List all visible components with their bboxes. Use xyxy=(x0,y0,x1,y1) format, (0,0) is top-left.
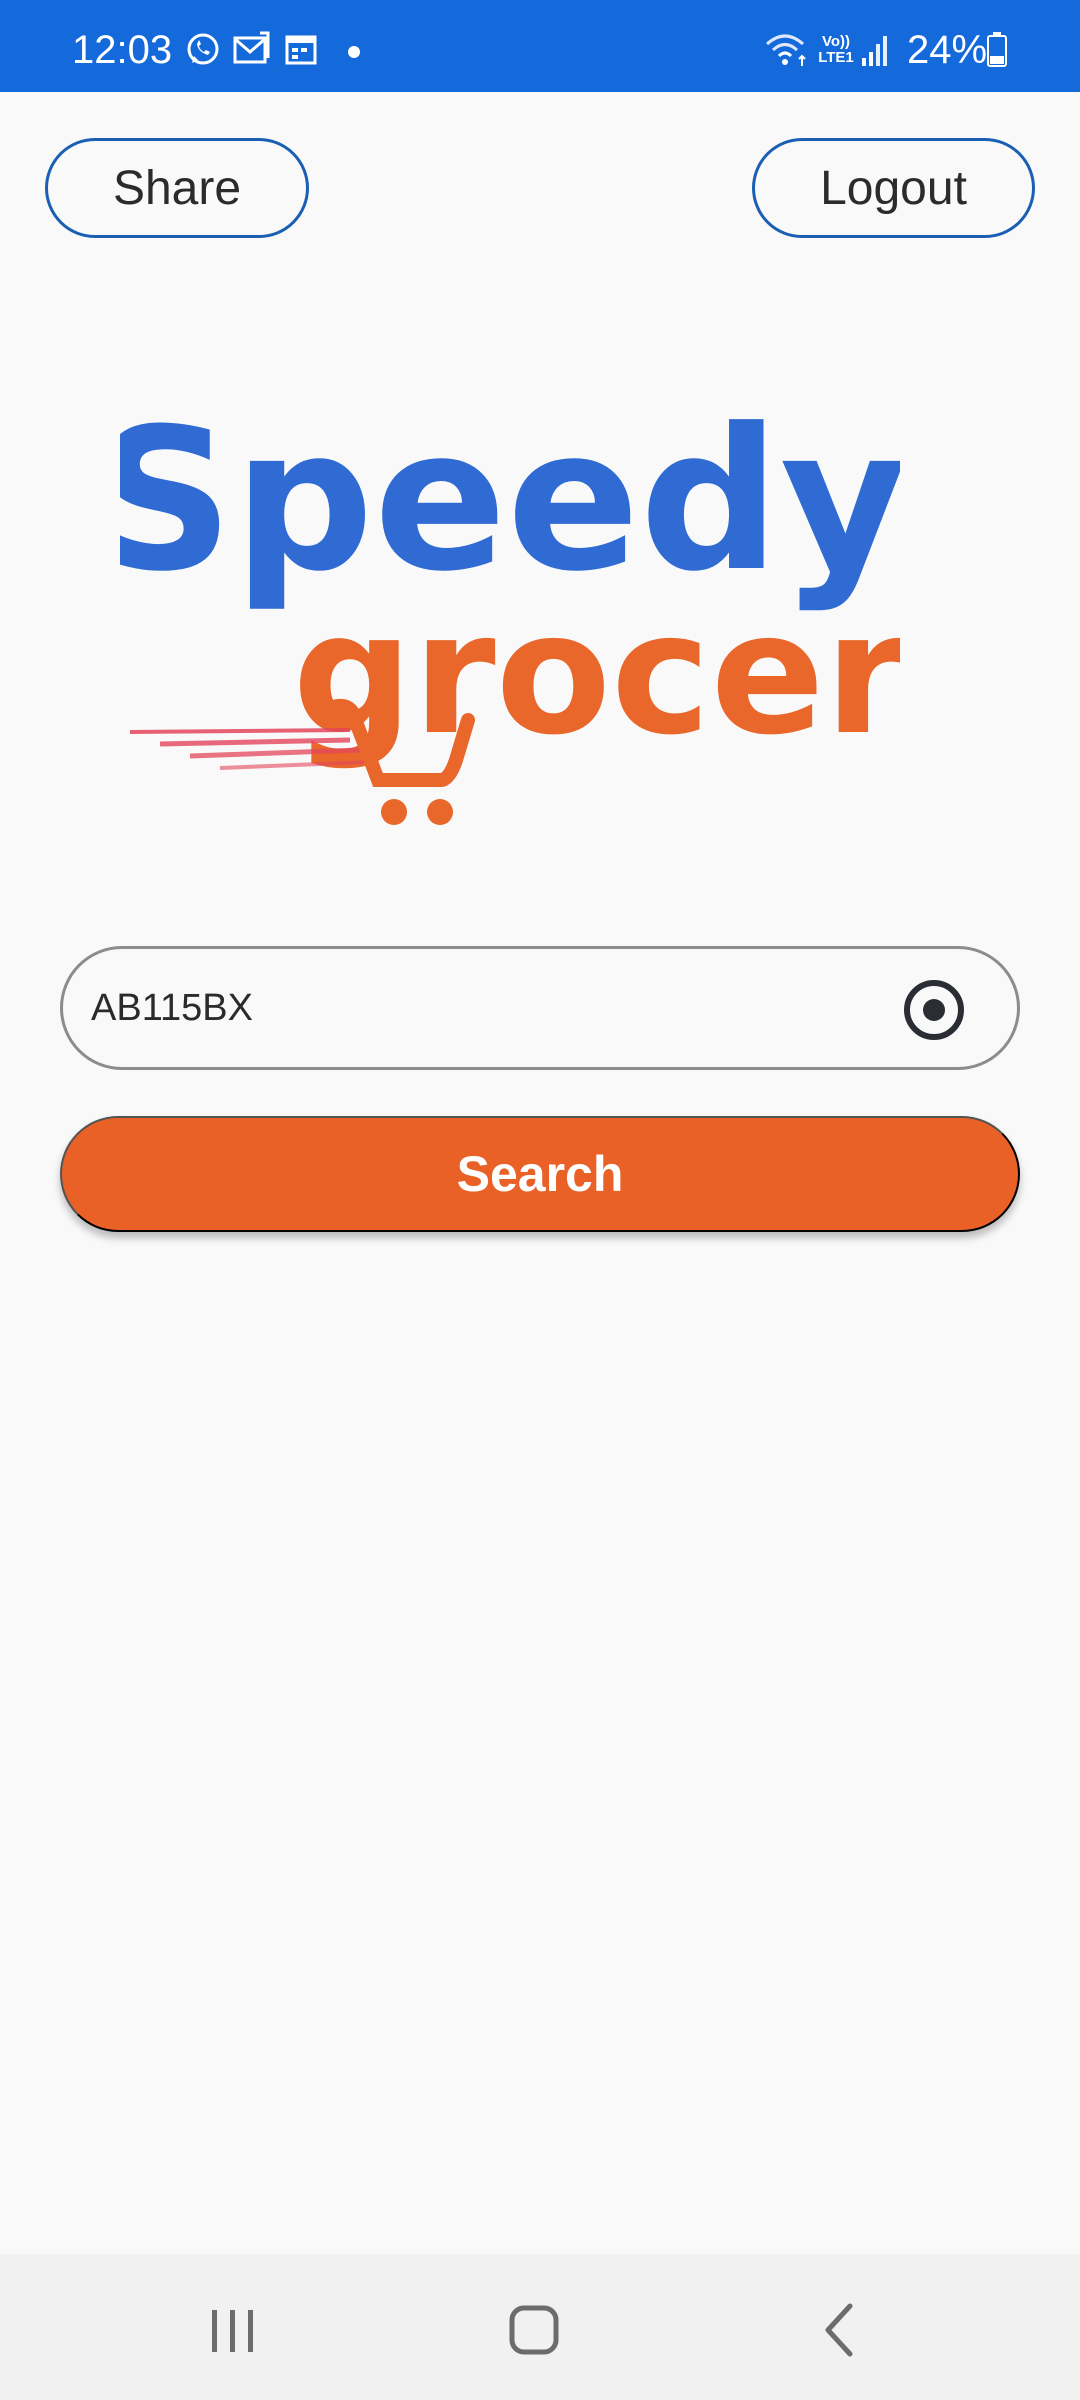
battery-percentage: 24% xyxy=(907,28,988,72)
gmail-icon xyxy=(233,31,270,64)
share-button[interactable]: Share xyxy=(45,138,309,238)
calendar-icon xyxy=(285,35,317,65)
system-nav-bar xyxy=(0,2254,1080,2400)
status-bar: 12:03 Vo)) LTE1 24% xyxy=(0,0,1080,92)
postcode-input[interactable]: AB115BX xyxy=(60,946,1020,1070)
signal-icon xyxy=(862,36,887,66)
back-icon[interactable] xyxy=(798,2290,878,2370)
app-screen: 12:03 Vo)) LTE1 24% Share Logout Speedy … xyxy=(0,0,1080,2400)
home-icon[interactable] xyxy=(494,2290,574,2370)
logout-button[interactable]: Logout xyxy=(752,138,1035,238)
search-button[interactable]: Search xyxy=(60,1116,1020,1232)
recent-apps-icon[interactable] xyxy=(192,2290,272,2370)
dot-icon xyxy=(348,46,360,58)
wifi-icon xyxy=(766,34,806,66)
whatsapp-icon xyxy=(187,33,219,65)
postcode-value[interactable]: AB115BX xyxy=(91,983,253,1033)
lte-icon: Vo)) LTE1 xyxy=(818,33,854,66)
location-target-icon[interactable] xyxy=(901,977,967,1043)
battery-icon xyxy=(987,32,1007,67)
logo-line2: grocer xyxy=(293,576,900,772)
status-time: 12:03 xyxy=(72,28,173,72)
speedy-grocer-logo: Speedy grocer xyxy=(120,410,900,825)
